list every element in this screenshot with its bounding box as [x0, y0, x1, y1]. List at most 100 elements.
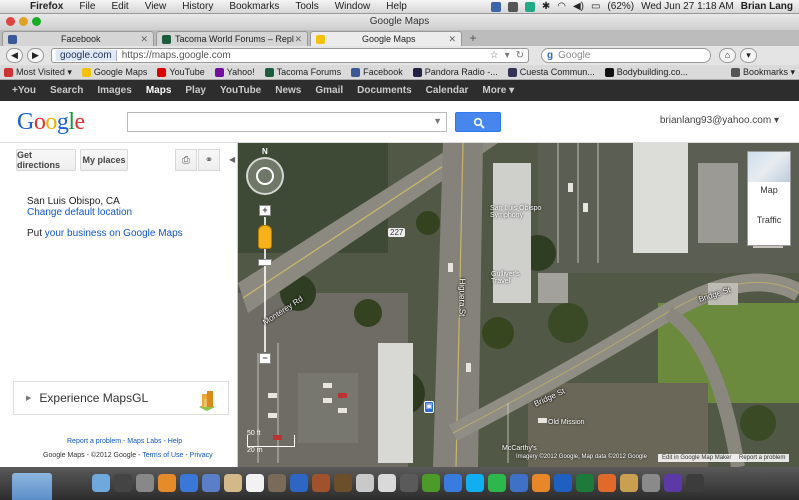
- get-directions-button[interactable]: Get directions: [16, 149, 76, 171]
- calendar-icon[interactable]: [246, 474, 264, 492]
- skype-icon[interactable]: [466, 474, 484, 492]
- zoom-slider-thumb[interactable]: [258, 259, 272, 266]
- app-icon[interactable]: [510, 474, 528, 492]
- tray-app-icon[interactable]: [490, 1, 501, 12]
- zoom-control[interactable]: + −: [258, 205, 272, 365]
- photo-app-icon[interactable]: [268, 474, 286, 492]
- satellite-imagery[interactable]: [238, 143, 799, 467]
- gbar-play[interactable]: Play: [185, 85, 206, 96]
- url-text[interactable]: https://maps.google.com: [122, 50, 484, 61]
- app-icon[interactable]: [642, 474, 660, 492]
- map-type-map-button[interactable]: Map: [748, 182, 790, 195]
- bookmark-most-visited[interactable]: Most Visited ▾: [4, 67, 72, 78]
- tray-app-icon[interactable]: [524, 1, 535, 12]
- app-icon[interactable]: [422, 474, 440, 492]
- bookmark-pandora[interactable]: Pandora Radio -...: [412, 67, 498, 77]
- bookmark-google-maps[interactable]: Google Maps: [81, 67, 147, 77]
- bus-stop-icon[interactable]: ▣: [424, 401, 434, 413]
- app-icon[interactable]: [400, 474, 418, 492]
- safari-icon[interactable]: [180, 474, 198, 492]
- finder-icon[interactable]: [92, 474, 110, 492]
- wifi-icon[interactable]: ◠: [557, 1, 566, 12]
- dropdown-arrow-icon[interactable]: ▾: [505, 50, 510, 61]
- spotify-icon[interactable]: [488, 474, 506, 492]
- gbar-documents[interactable]: Documents: [357, 85, 411, 96]
- change-default-location-link[interactable]: Change default location: [27, 207, 132, 218]
- gbar-search[interactable]: Search: [50, 85, 83, 96]
- excel-icon[interactable]: [576, 474, 594, 492]
- bookmarks-menu-button[interactable]: Bookmarks ▾: [730, 67, 795, 78]
- tab-google-maps[interactable]: Google Maps ✕: [310, 31, 462, 46]
- pan-center-icon[interactable]: [256, 167, 274, 185]
- edit-in-map-maker-button[interactable]: Edit in Google Map Maker: [658, 454, 736, 462]
- app-icon[interactable]: [532, 474, 550, 492]
- tab-facebook[interactable]: Facebook ✕: [2, 31, 154, 46]
- volume-icon[interactable]: ◀): [573, 1, 584, 12]
- gbar-gmail[interactable]: Gmail: [315, 85, 343, 96]
- app-icon[interactable]: [620, 474, 638, 492]
- close-tab-icon[interactable]: ✕: [294, 34, 302, 45]
- map-thumbnail-icon[interactable]: [748, 152, 790, 182]
- footer-link-text[interactable]: Report a problem - Maps Labs - Help: [67, 438, 182, 445]
- traffic-layer-button[interactable]: Traffic: [748, 212, 790, 225]
- folder-icon[interactable]: [12, 473, 52, 500]
- app-icon[interactable]: [664, 474, 682, 492]
- url-bar[interactable]: google.com https://maps.google.com ☆ ▾ ↻: [51, 48, 529, 63]
- search-dropdown-icon[interactable]: ▼: [433, 116, 442, 126]
- poi-symphony[interactable]: San Luis Obispo Symphony: [490, 205, 550, 219]
- back-button[interactable]: ◀: [6, 48, 23, 63]
- minimize-window-button[interactable]: [19, 17, 28, 26]
- menu-file[interactable]: File: [71, 1, 103, 12]
- bookmark-tacoma-forums[interactable]: Tacoma Forums: [264, 67, 341, 77]
- poi-old-mission[interactable]: Old Mission: [548, 419, 585, 426]
- menu-edit[interactable]: Edit: [103, 1, 136, 12]
- download-button[interactable]: ▾: [740, 48, 757, 63]
- my-places-button[interactable]: My places: [80, 149, 128, 171]
- forward-button[interactable]: ▶: [27, 48, 44, 63]
- close-tab-icon[interactable]: ✕: [140, 34, 148, 45]
- firefox-icon[interactable]: [158, 474, 176, 492]
- zoom-in-button[interactable]: +: [259, 205, 271, 216]
- powerpoint-icon[interactable]: [598, 474, 616, 492]
- business-link[interactable]: your business on Google Maps: [45, 228, 183, 239]
- close-tab-icon[interactable]: ✕: [448, 34, 456, 45]
- menu-tools[interactable]: Tools: [287, 1, 326, 12]
- gbar-youtube[interactable]: YouTube: [220, 85, 261, 96]
- collapse-panel-icon[interactable]: ◀: [229, 155, 235, 164]
- bookmark-facebook[interactable]: Facebook: [351, 67, 403, 77]
- bookmark-youtube[interactable]: YouTube: [157, 67, 205, 77]
- web-search-bar[interactable]: g Google: [541, 48, 711, 63]
- menu-window[interactable]: Window: [327, 1, 379, 12]
- map-type-control[interactable]: Map Traffic: [747, 151, 791, 246]
- account-menu[interactable]: brianlang93@yahoo.com ▾: [660, 115, 779, 126]
- bookmark-bodybuilding[interactable]: Bodybuilding.co...: [604, 67, 688, 77]
- poi-gullivers-travel[interactable]: Gulliver's Travel: [491, 271, 531, 285]
- zoom-window-button[interactable]: [32, 17, 41, 26]
- privacy-link[interactable]: Privacy: [190, 452, 213, 459]
- google-search-engine-icon[interactable]: g: [547, 50, 553, 61]
- bookmark-yahoo[interactable]: Yahoo!: [214, 67, 255, 77]
- close-window-button[interactable]: [6, 17, 15, 26]
- google-logo[interactable]: Google: [17, 109, 85, 136]
- clock[interactable]: Wed Jun 27 1:18 AM: [641, 1, 734, 12]
- terms-link[interactable]: Terms of Use: [142, 452, 183, 459]
- gbar-news[interactable]: News: [275, 85, 301, 96]
- maps-search-button[interactable]: [455, 112, 501, 132]
- app-icon[interactable]: [334, 474, 352, 492]
- launchpad-icon[interactable]: [114, 474, 132, 492]
- system-preferences-icon[interactable]: [136, 474, 154, 492]
- gbar-maps[interactable]: Maps: [146, 85, 172, 96]
- itunes-icon[interactable]: [290, 474, 308, 492]
- gbar-more[interactable]: More ▾: [482, 85, 514, 96]
- app-icon[interactable]: [312, 474, 330, 492]
- map-canvas[interactable]: N + − Map Traffic Monterey Rd Higuera St…: [238, 143, 799, 467]
- user-name[interactable]: Brian Lang: [741, 1, 793, 12]
- new-tab-button[interactable]: +: [465, 32, 481, 46]
- menu-history[interactable]: History: [174, 1, 221, 12]
- word-icon[interactable]: [554, 474, 572, 492]
- reload-icon[interactable]: ↻: [516, 50, 524, 61]
- zoom-out-button[interactable]: −: [259, 353, 271, 364]
- app-icon[interactable]: [444, 474, 462, 492]
- pan-control[interactable]: N: [246, 147, 284, 195]
- experience-mapsgl-panel[interactable]: ▶ Experience MapsGL: [13, 381, 229, 415]
